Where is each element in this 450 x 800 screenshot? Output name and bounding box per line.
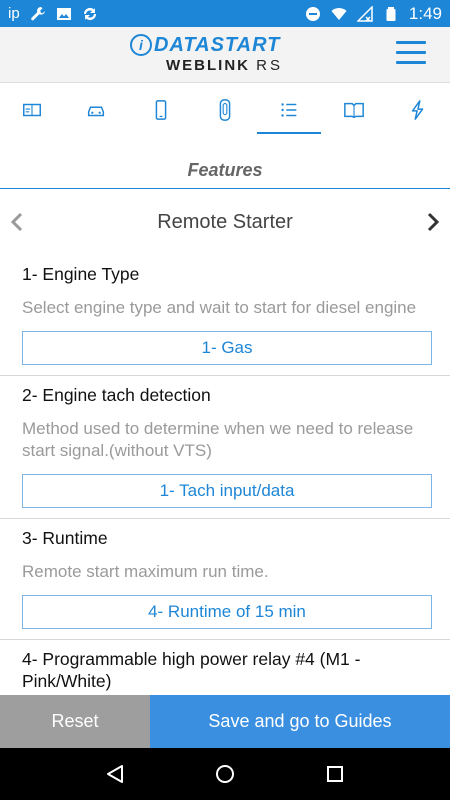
image-icon — [56, 7, 71, 20]
car-icon — [88, 106, 105, 117]
tab-features[interactable] — [257, 84, 322, 136]
category-navigator: Remote Starter — [0, 189, 450, 255]
feature-description: Remote start maximum run time. — [22, 562, 269, 581]
feature-option-select[interactable]: 1- Gas — [22, 331, 432, 365]
page-title: Features — [187, 159, 263, 180]
feature-item: 1- Engine Type Select engine type and wa… — [0, 255, 450, 376]
logo-i-icon: i — [130, 34, 152, 56]
tab-bar — [0, 84, 450, 136]
book-icon — [343, 102, 364, 119]
remote-icon — [219, 99, 231, 121]
clock: 1:49 — [408, 3, 442, 23]
feature-description: Select engine type and wait to start for… — [22, 298, 417, 317]
sync-icon — [83, 7, 96, 20]
feature-item: 4- Programmable high power relay #4 (M1 … — [0, 640, 450, 695]
battery-icon — [386, 6, 396, 21]
list-icon — [281, 103, 297, 117]
back-button[interactable] — [101, 760, 129, 788]
home-circle-icon — [216, 765, 234, 783]
lightning-icon — [411, 100, 424, 120]
save-and-go-to-guides-button[interactable]: Save and go to Guides — [150, 695, 450, 748]
android-navigation-bar — [0, 748, 450, 800]
feature-title: 3- Runtime — [22, 528, 108, 548]
carrier-label: ip — [8, 5, 20, 22]
logo-weblink: WEBLINK — [166, 57, 250, 74]
phone-icon — [155, 100, 167, 120]
chevron-right-icon[interactable] — [424, 211, 442, 233]
tab-guides[interactable] — [321, 84, 385, 136]
feature-title: 2- Engine tach detection — [22, 385, 211, 405]
recents-square-icon — [327, 766, 343, 782]
feature-title: 1- Engine Type — [22, 264, 140, 284]
home-button[interactable] — [211, 760, 239, 788]
status-bar: ip 1:49 — [0, 0, 450, 27]
feature-option-select[interactable]: 1- Tach input/data — [22, 474, 432, 508]
logo-brand: DATASTART — [154, 33, 281, 56]
recents-button[interactable] — [321, 760, 349, 788]
feature-option-select[interactable]: 4- Runtime of 15 min — [22, 595, 432, 629]
back-triangle-icon — [107, 765, 123, 783]
reset-button[interactable]: Reset — [0, 695, 150, 748]
hamburger-menu-button[interactable] — [396, 41, 426, 67]
tab-remote[interactable] — [193, 84, 257, 136]
tab-flash[interactable] — [386, 84, 450, 136]
hamburger-icon — [396, 41, 426, 44]
tab-vehicle[interactable] — [64, 84, 128, 136]
chevron-left-icon[interactable] — [8, 211, 26, 233]
tab-phone[interactable] — [129, 84, 193, 136]
signal-off-icon — [356, 5, 373, 22]
idatastart-weblink-logo: i DATASTART WEBLINK RS — [130, 33, 320, 77]
do-not-disturb-icon — [305, 6, 320, 21]
feature-item: 2- Engine tach detection Method used to … — [0, 376, 450, 519]
app-header: i DATASTART WEBLINK RS — [0, 27, 450, 83]
category-title: Remote Starter — [157, 210, 293, 233]
feature-title: 4- Programmable high power relay #4 (M1 … — [22, 649, 361, 691]
features-list[interactable]: Remote Starter 1- Engine Type Select eng… — [0, 189, 450, 695]
feature-description: Method used to determine when we need to… — [22, 419, 414, 460]
tab-vehicle-info[interactable] — [0, 84, 64, 136]
feature-item: 3- Runtime Remote start maximum run time… — [0, 519, 450, 640]
id-card-icon — [23, 103, 42, 117]
logo-rs: RS — [256, 57, 284, 74]
wifi-icon — [331, 7, 347, 20]
wrench-icon — [30, 6, 45, 20]
